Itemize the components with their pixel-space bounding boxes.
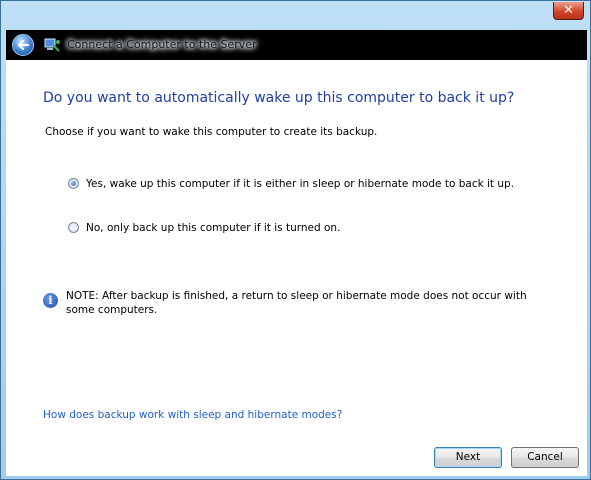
window-frame: ✕ Connect a Computer to the Server Do yo… bbox=[0, 0, 591, 480]
wake-option-no[interactable]: No, only back up this computer if it is … bbox=[68, 222, 340, 234]
radio-yes-label: Yes, wake up this computer if it is eith… bbox=[86, 178, 515, 190]
radio-no[interactable] bbox=[68, 222, 79, 233]
back-button[interactable] bbox=[12, 34, 34, 56]
window-title: Connect a Computer to the Server bbox=[67, 38, 257, 51]
radio-no-label: No, only back up this computer if it is … bbox=[86, 222, 341, 234]
page-heading: Do you want to automatically wake up thi… bbox=[43, 90, 515, 106]
next-button[interactable]: Next bbox=[434, 447, 502, 468]
cancel-button[interactable]: Cancel bbox=[511, 447, 579, 468]
title-bar: Connect a Computer to the Server bbox=[6, 30, 587, 60]
back-arrow-icon bbox=[17, 39, 30, 51]
network-computer-icon bbox=[44, 38, 60, 52]
wizard-content: Do you want to automatically wake up thi… bbox=[6, 60, 587, 476]
radio-yes[interactable] bbox=[68, 178, 79, 189]
close-icon: ✕ bbox=[563, 3, 574, 18]
close-button[interactable]: ✕ bbox=[553, 2, 584, 20]
help-link[interactable]: How does backup work with sleep and hibe… bbox=[43, 409, 342, 421]
wake-option-yes[interactable]: Yes, wake up this computer if it is eith… bbox=[68, 178, 514, 190]
note-text: NOTE: After backup is finished, a return… bbox=[66, 290, 527, 316]
info-icon: i bbox=[43, 293, 58, 308]
page-description: Choose if you want to wake this computer… bbox=[45, 126, 378, 138]
